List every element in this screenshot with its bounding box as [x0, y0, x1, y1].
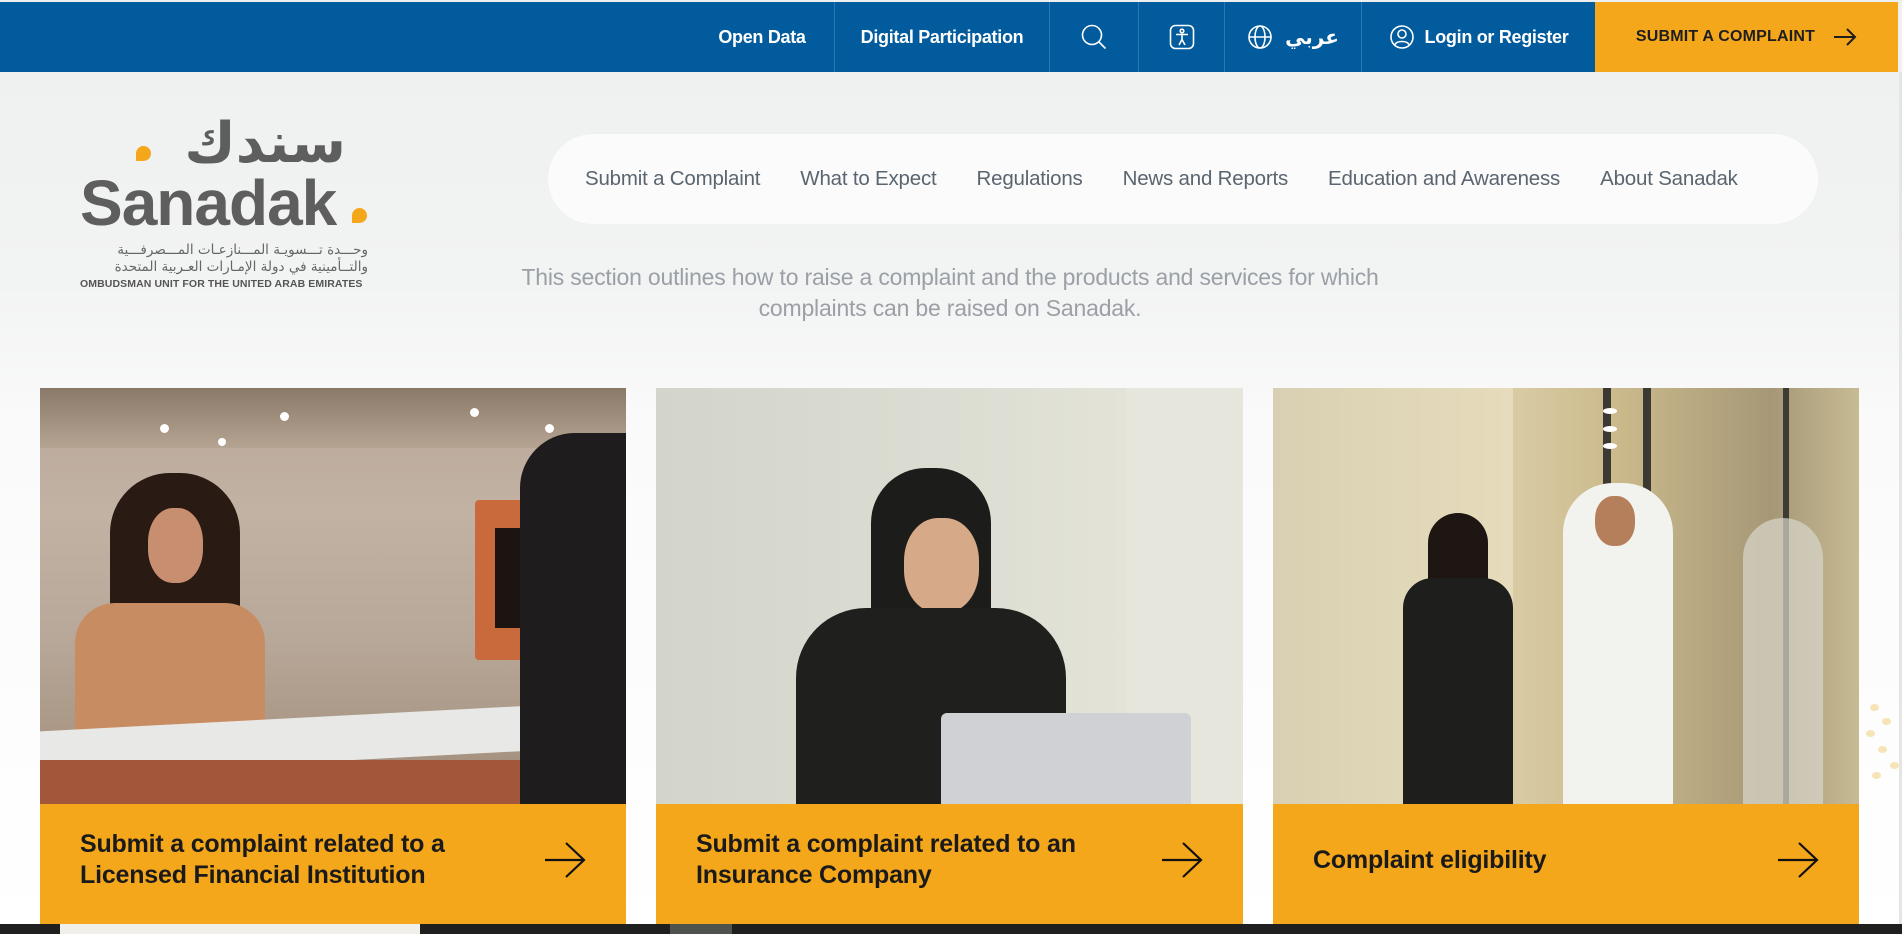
nav-regulations[interactable]: Regulations: [977, 167, 1083, 191]
sanadak-logo[interactable]: سندك Sanadak وحـــدة تـــسويـة المـــناز…: [80, 116, 370, 292]
logo-arabic-name: سندك: [184, 111, 346, 176]
card-label: Submit a complaint related to an Insuran…: [696, 829, 1161, 891]
user-circle-icon: [1389, 25, 1414, 49]
digital-participation-label: Digital Participation: [860, 26, 1024, 47]
card-insurance-company[interactable]: Submit a complaint related to an Insuran…: [656, 388, 1243, 924]
logo-dot: [136, 146, 151, 161]
login-register-button[interactable]: Login or Register: [1362, 2, 1595, 72]
description-line1: This section outlines how to raise a com…: [521, 264, 1379, 290]
taskbar-item[interactable]: [60, 924, 420, 934]
card-label-line1: Submit a complaint related to an: [696, 830, 1076, 858]
top-bar: Open Data Digital Participation عربي Log…: [0, 2, 1898, 72]
logo-english-name: Sanadak: [80, 167, 337, 239]
card-financial-institution[interactable]: Submit a complaint related to a Licensed…: [40, 388, 626, 924]
open-data-label: Open Data: [718, 26, 806, 47]
taskbar-item[interactable]: [670, 924, 732, 934]
language-switcher[interactable]: عربي: [1225, 2, 1361, 72]
card-photo-reception: [40, 388, 626, 804]
arrow-right-icon: [545, 842, 586, 878]
card-footer: Submit a complaint related to a Licensed…: [40, 804, 626, 924]
card-photo-corridor: [1273, 388, 1859, 804]
os-taskbar: [0, 924, 1902, 934]
card-label-line1: Submit a complaint related to a: [80, 830, 445, 858]
card-label-line2: Licensed Financial Institution: [80, 861, 426, 889]
section-description: This section outlines how to raise a com…: [470, 262, 1430, 324]
card-label-line1: Complaint eligibility: [1313, 845, 1547, 874]
main-nav: Submit a Complaint What to Expect Regula…: [548, 134, 1818, 224]
login-label: Login or Register: [1424, 26, 1569, 47]
accessibility-icon: [1169, 24, 1194, 50]
search-icon: [1081, 24, 1107, 50]
arrow-right-icon: [1162, 842, 1203, 878]
arrow-right-icon: [1834, 28, 1857, 46]
digital-participation-link[interactable]: Digital Participation: [835, 2, 1049, 72]
arrow-right-icon: [1778, 842, 1819, 878]
submit-complaint-button[interactable]: SUBMIT A COMPLAINT: [1595, 2, 1898, 72]
card-footer: Complaint eligibility: [1273, 804, 1859, 924]
card-label: Submit a complaint related to a Licensed…: [80, 829, 544, 891]
nav-about-sanadak[interactable]: About Sanadak: [1600, 167, 1738, 191]
logo-english-tagline: OMBUDSMAN UNIT FOR THE UNITED ARAB EMIRA…: [80, 278, 363, 290]
logo-dot: [352, 208, 367, 223]
language-label: عربي: [1285, 25, 1339, 49]
nav-news-and-reports[interactable]: News and Reports: [1123, 167, 1289, 191]
card-complaint-eligibility[interactable]: Complaint eligibility: [1273, 388, 1859, 924]
nav-what-to-expect[interactable]: What to Expect: [800, 167, 936, 191]
logo-arabic-line2: والتــأمينية في دولة الإمـارات العـربية …: [114, 259, 368, 275]
logo-arabic-line1: وحـــدة تـــسويـة المـــنازعـات المـــصر…: [117, 242, 368, 258]
card-photo-laptop: [656, 388, 1243, 804]
card-label-line2: Insurance Company: [696, 861, 932, 889]
card-footer: Submit a complaint related to an Insuran…: [656, 804, 1243, 924]
card-label: Complaint eligibility: [1313, 845, 1777, 876]
nav-education-and-awareness[interactable]: Education and Awareness: [1328, 167, 1560, 191]
description-line2: complaints can be raised on Sanadak.: [758, 295, 1142, 321]
open-data-link[interactable]: Open Data: [690, 2, 834, 72]
search-button[interactable]: [1050, 2, 1138, 72]
nav-submit-complaint[interactable]: Submit a Complaint: [585, 167, 760, 191]
decorative-dots: [1862, 700, 1902, 790]
globe-icon: [1248, 25, 1272, 49]
submit-complaint-label: SUBMIT A COMPLAINT: [1635, 28, 1816, 45]
accessibility-button[interactable]: [1139, 2, 1224, 72]
